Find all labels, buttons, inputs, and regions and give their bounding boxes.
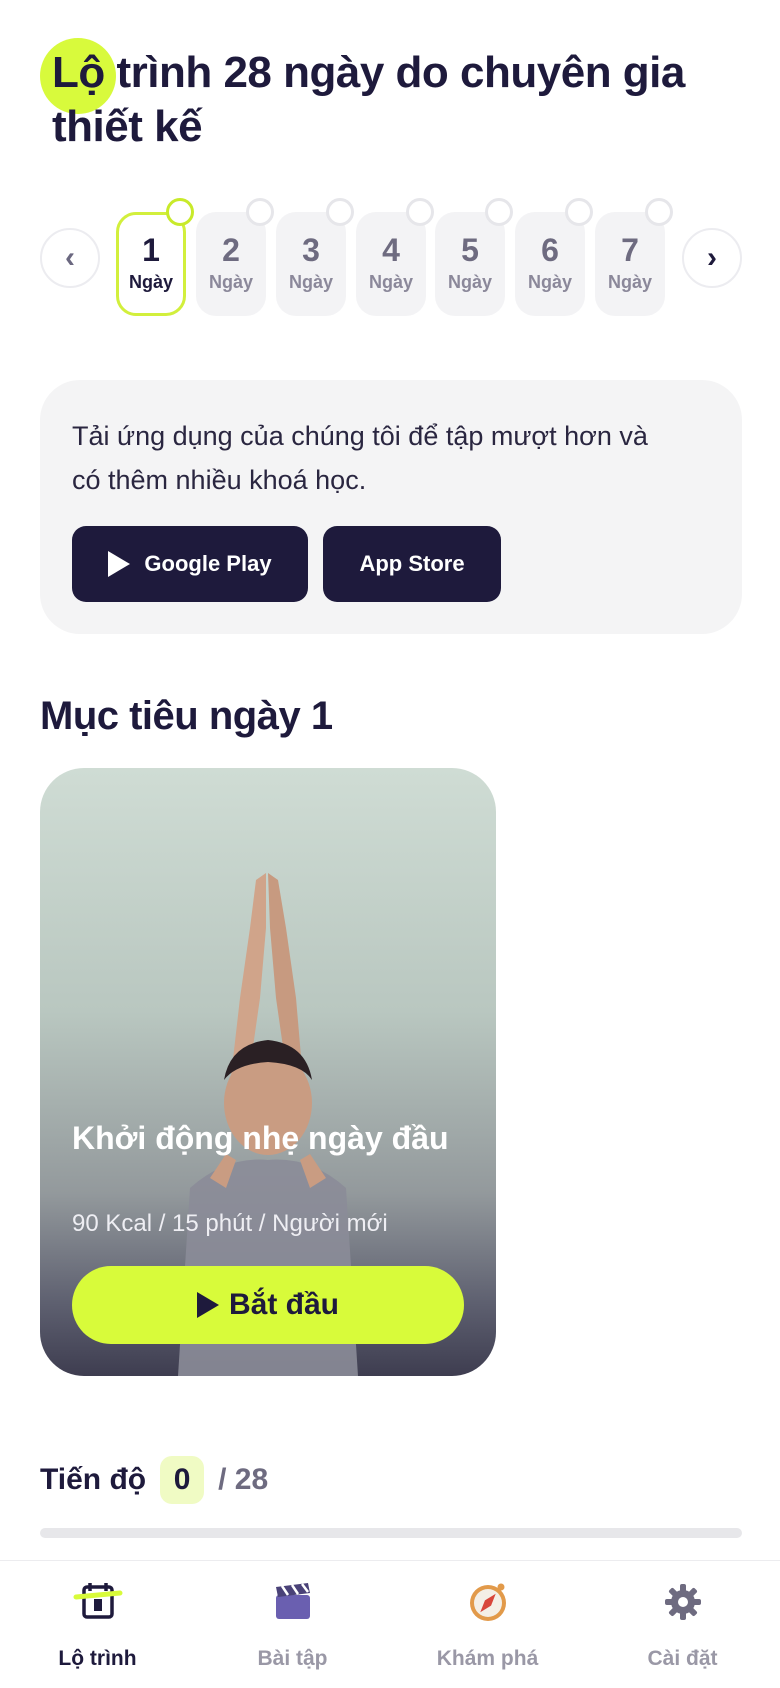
day-item-5[interactable]: 5 Ngày <box>435 198 513 316</box>
day-label: Ngày <box>288 272 333 292</box>
clapperboard-icon <box>275 1583 310 1619</box>
day-item-1[interactable]: 1 Ngày <box>116 198 194 316</box>
compass-icon <box>469 1583 506 1621</box>
app-store-button[interactable]: App Store <box>323 526 501 602</box>
progress-label: Tiến độ <box>40 1463 147 1496</box>
calendar-icon <box>73 1583 122 1619</box>
day-number: 4 <box>382 232 400 268</box>
day-status-ring <box>565 198 593 226</box>
google-play-button[interactable]: Google Play <box>72 526 308 602</box>
bottom-tab-bar: Lộ trình Bài tập Khám phá Cài đặt <box>0 1560 780 1688</box>
google-play-label: Google Play <box>144 551 272 576</box>
workout-card[interactable]: Khởi động nhẹ ngày đầu 90 Kcal / 15 phút… <box>40 768 496 1376</box>
app-store-label: App Store <box>359 551 465 576</box>
tab-kham-pha[interactable]: Khám phá <box>390 1561 585 1688</box>
progress-summary: Tiến độ 0 / 28 <box>40 1456 268 1504</box>
day-status-ring <box>246 198 274 226</box>
day-label: Ngày <box>527 272 572 292</box>
workout-meta: 90 Kcal / 15 phút / Người mới <box>72 1210 388 1237</box>
day-label: Ngày <box>208 272 253 292</box>
day-item-7[interactable]: 7 Ngày <box>595 198 673 316</box>
day-status-ring <box>485 198 513 226</box>
day-number: 2 <box>222 232 240 268</box>
prev-days-button[interactable]: ‹ <box>40 228 100 288</box>
app-download-banner: Tải ứng dụng của chúng tôi để tập mượt h… <box>40 380 742 634</box>
page-title: Lộ trình 28 ngày do chuyên gia thiết kế <box>52 48 685 151</box>
play-icon <box>196 1292 219 1318</box>
start-workout-button[interactable]: Bắt đầu <box>72 1266 464 1344</box>
day-label: Ngày <box>447 272 492 292</box>
day-number: 6 <box>541 232 559 268</box>
day-item-3[interactable]: 3 Ngày <box>276 198 354 316</box>
gear-icon <box>664 1584 701 1620</box>
progress-completed-badge: 0 <box>160 1456 205 1504</box>
tab-bai-tap[interactable]: Bài tập <box>195 1561 390 1688</box>
tab-label: Cài đặt <box>647 1647 718 1670</box>
day-list: 1 Ngày 2 Ngày 3 Ngày 4 Ngày 5 Ngày 6 Ngà… <box>116 198 682 326</box>
day-number: 1 <box>142 232 160 268</box>
tab-lo-trinh[interactable]: Lộ trình <box>0 1561 195 1688</box>
start-label: Bắt đầu <box>228 1288 339 1321</box>
day-status-ring <box>326 198 354 226</box>
day-number: 3 <box>302 232 320 268</box>
day-number: 5 <box>461 232 479 268</box>
day-label: Ngày <box>128 272 173 292</box>
workout-name: Khởi động nhẹ ngày đầu <box>72 1120 449 1156</box>
day-item-4[interactable]: 4 Ngày <box>356 198 434 316</box>
promo-text: Tải ứng dụng của chúng tôi để tập mượt h… <box>72 421 648 495</box>
day-selector: ‹ 1 Ngày 2 Ngày 3 Ngày 4 Ngày 5 Ngày 6 N… <box>40 198 742 326</box>
day-status-ring <box>645 198 673 226</box>
goal-section-title: Mục tiêu ngày 1 <box>40 694 333 738</box>
tab-label: Bài tập <box>257 1647 328 1670</box>
tab-label: Lộ trình <box>58 1647 137 1670</box>
day-label: Ngày <box>607 272 652 292</box>
play-store-icon <box>108 551 131 577</box>
day-item-2[interactable]: 2 Ngày <box>196 198 274 316</box>
day-item-6[interactable]: 6 Ngày <box>515 198 593 316</box>
chevron-right-icon: › <box>707 241 717 274</box>
chevron-left-icon: ‹ <box>65 241 75 274</box>
day-status-ring <box>406 198 434 226</box>
next-days-button[interactable]: › <box>682 228 742 288</box>
day-label: Ngày <box>368 272 413 292</box>
day-status-ring <box>166 198 194 226</box>
progress-bar <box>40 1528 742 1538</box>
tab-label: Khám phá <box>436 1647 539 1670</box>
day-number: 7 <box>621 232 639 268</box>
progress-total: / 28 <box>218 1463 269 1496</box>
tab-cai-dat[interactable]: Cài đặt <box>585 1561 780 1688</box>
